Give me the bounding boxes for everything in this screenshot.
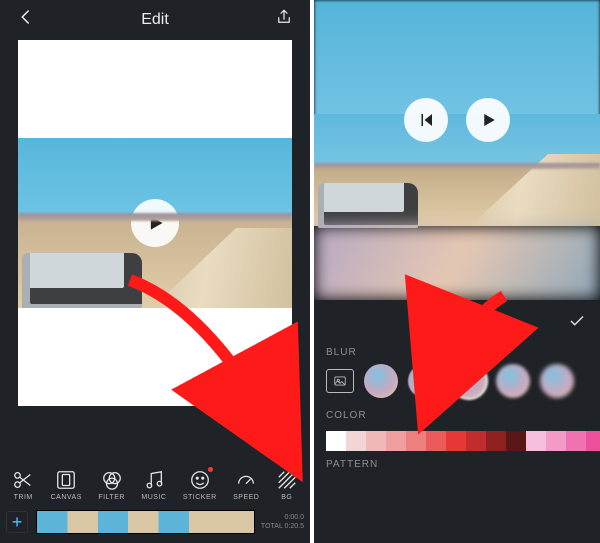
tool-label: CANVAS <box>51 494 82 501</box>
page-title: Edit <box>40 11 270 29</box>
color-swatch-11[interactable] <box>546 431 566 451</box>
color-swatch-1[interactable] <box>346 431 366 451</box>
filter-icon <box>101 469 123 491</box>
music-icon <box>143 469 165 491</box>
blur-option-1[interactable] <box>408 364 442 398</box>
blur-option-3[interactable] <box>496 364 530 398</box>
tool-label: TRIM <box>14 494 33 501</box>
video-frame <box>18 138 292 308</box>
tool-bg[interactable]: BG <box>276 469 298 501</box>
section-label-pattern: PATTERN <box>314 451 600 476</box>
topbar: Edit <box>0 0 310 40</box>
tool-label: SPEED <box>233 494 259 501</box>
tool-speed[interactable]: SPEED <box>233 469 259 501</box>
color-swatches <box>314 427 600 451</box>
play-button[interactable] <box>131 199 179 247</box>
speed-icon <box>235 469 257 491</box>
add-clip-button[interactable]: + <box>6 511 28 533</box>
color-swatch-12[interactable] <box>566 431 586 451</box>
blur-options <box>314 364 600 402</box>
blur-option-2[interactable] <box>452 364 486 398</box>
timeline: + 0:00.0 TOTAL 0:20.5 <box>0 507 310 537</box>
screen-background-panel: Background BLUR COLOR PATTERN <box>314 0 600 543</box>
notification-dot <box>208 467 213 472</box>
tool-label: STICKER <box>183 494 217 501</box>
color-swatch-13[interactable] <box>586 431 600 451</box>
tool-music[interactable]: MUSIC <box>141 469 166 501</box>
color-swatch-0[interactable] <box>326 431 346 451</box>
color-swatch-7[interactable] <box>466 431 486 451</box>
panel-header: Background <box>314 300 600 339</box>
tool-label: BG <box>281 494 292 501</box>
panel-title: Background <box>421 315 496 331</box>
section-label-color: COLOR <box>314 402 600 427</box>
tool-filter[interactable]: FILTER <box>98 469 125 501</box>
canvas-padding-top <box>18 40 292 138</box>
playback-controls <box>404 98 510 142</box>
timeline-strip[interactable] <box>36 510 255 534</box>
tool-label: FILTER <box>98 494 125 501</box>
toolbar: TRIM CANVAS FILTER MUSIC STICKER SPE <box>0 469 310 501</box>
scissors-icon <box>12 469 34 491</box>
confirm-button[interactable] <box>568 312 586 333</box>
video-canvas[interactable] <box>18 40 292 406</box>
canvas-icon <box>55 469 77 491</box>
tool-trim[interactable]: TRIM <box>12 469 34 501</box>
tool-label: MUSIC <box>141 494 166 501</box>
color-swatch-8[interactable] <box>486 431 506 451</box>
color-swatch-9[interactable] <box>506 431 526 451</box>
color-swatch-10[interactable] <box>526 431 546 451</box>
color-swatch-2[interactable] <box>366 431 386 451</box>
section-label-blur: BLUR <box>314 339 600 364</box>
pick-image-button[interactable] <box>326 369 354 393</box>
screen-edit: Edit TRIM CANVAS <box>0 0 310 543</box>
timeline-meta: 0:00.0 TOTAL 0:20.5 <box>261 514 304 530</box>
color-swatch-5[interactable] <box>426 431 446 451</box>
blur-option-4[interactable] <box>540 364 574 398</box>
tool-canvas[interactable]: CANVAS <box>51 469 82 501</box>
preview-area[interactable] <box>314 0 600 300</box>
color-swatch-3[interactable] <box>386 431 406 451</box>
time-current: 0:00.0 <box>261 514 304 521</box>
sticker-icon <box>189 469 211 491</box>
color-swatch-6[interactable] <box>446 431 466 451</box>
blur-option-0[interactable] <box>364 364 398 398</box>
canvas-padding-bottom <box>18 308 292 406</box>
color-swatch-4[interactable] <box>406 431 426 451</box>
play-button[interactable] <box>466 98 510 142</box>
tool-sticker[interactable]: STICKER <box>183 469 217 501</box>
prev-button[interactable] <box>404 98 448 142</box>
back-button[interactable] <box>12 8 40 32</box>
background-icon <box>276 469 298 491</box>
share-button[interactable] <box>270 8 298 32</box>
